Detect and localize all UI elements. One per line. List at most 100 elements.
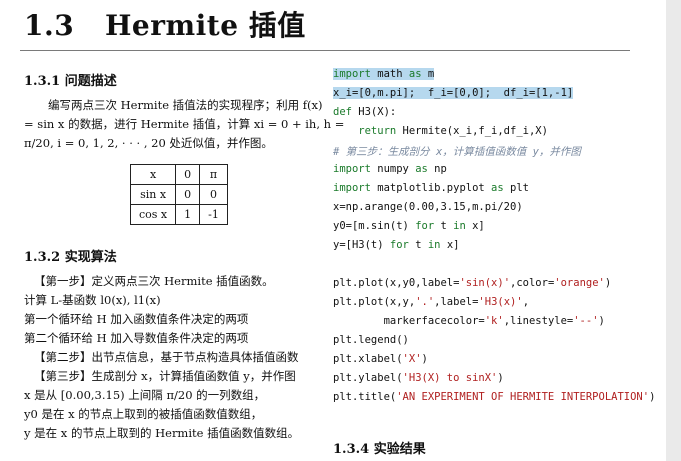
algo-line-9: y 是在 x 的节点上取到的 Hermite 插值函数值数组。 (24, 426, 300, 440)
code-text: ) (497, 372, 504, 384)
code-text: x] (465, 220, 485, 232)
code-line-6: import numpy as np (333, 163, 447, 175)
code-string: 'H3(X) to sinX' (402, 372, 498, 384)
code-text: Hermite(x_i,f_i,df_i,X) (396, 125, 548, 137)
code-line-2: x_i=[0,m.pi]; f_i=[0,0]; df_i=[1,-1] (333, 87, 574, 99)
algo-line-7: x 是从 [0.00,3.15) 上间隔 π/20 的一列数组， (24, 388, 266, 402)
code-keyword: in (427, 239, 441, 251)
code-text: ) (604, 277, 612, 289)
code-line-17: plt.title('AN EXPERIMENT OF HERMITE INTE… (333, 391, 655, 403)
code-text: math (370, 68, 409, 80)
code-text: ,color= (510, 277, 555, 289)
algo-line-6: 【第三步】生成剖分 x，计算插值函数值 y，并作图 (34, 369, 296, 383)
code-keyword: import (333, 68, 371, 80)
code-line-12: plt.plot(x,y,'.',label='H3(x)', (333, 296, 529, 308)
code-text: x=np.arange(0.00,3.15,m.pi/20) (333, 201, 523, 213)
algo-line-5: 【第二步】出节点信息，基于节点构造具体插值函数 (34, 350, 299, 364)
code-string: 'k' (484, 315, 504, 327)
table-cell: π (199, 164, 228, 185)
code-text: m (421, 68, 435, 80)
table-cell: cos x (129, 204, 177, 225)
code-line-3: def H3(X): (333, 106, 396, 118)
code-keyword: as (491, 182, 504, 194)
code-line-7: import matplotlib.pyplot as plt (333, 182, 529, 194)
code-keyword: import (333, 182, 371, 194)
code-text: plt.xlabel( (333, 353, 403, 365)
code-line-5: # 第三步：生成剖分 x，计算插值函数值 y，并作图 (333, 144, 581, 159)
code-text: t (434, 220, 454, 232)
code-text: plt (503, 182, 529, 194)
table-cell: sin x (129, 184, 177, 205)
subsection-title-algorithm: 1.3.2 实现算法 (24, 250, 117, 265)
algo-line-1: 【第一步】定义两点三次 Hermite 插值函数。 (34, 274, 274, 288)
code-string: 'AN EXPERIMENT OF HERMITE INTERPOLATION' (396, 391, 650, 403)
code-text: ) (649, 391, 656, 403)
code-keyword: return (333, 125, 397, 137)
code-text: ,label= (434, 296, 479, 308)
algo-line-4: 第二个循环给 H 加入导数值条件决定的两项 (24, 331, 249, 345)
problem-line-2: = sin x 的数据，进行 Hermite 插值，计算 xi = 0 + ih… (24, 117, 345, 131)
code-text: np (427, 163, 447, 175)
code-keyword: as (408, 68, 422, 80)
code-keyword: as (415, 163, 428, 175)
code-text: y=[H3(t) (333, 239, 390, 251)
code-keyword: in (453, 220, 466, 232)
code-string: 'orange' (554, 277, 605, 289)
code-line-11: plt.plot(x,y0,label='sin(x)',color='oran… (333, 277, 611, 289)
code-text: , (522, 296, 530, 308)
table-cell: -1 (199, 204, 228, 225)
code-text: numpy (370, 163, 416, 175)
problem-line-3: π/20, i = 0, 1, 2, · · · , 20 处近似值，并作图。 (24, 136, 273, 150)
code-text: x_i=[0,m.pi]; f_i=[0,0]; df_i=[1,-1] (333, 87, 574, 99)
code-string: 'H3(x)' (478, 296, 523, 308)
algo-line-2: 计算 L-基函数 l0(x), l1(x) (24, 293, 161, 307)
table-cell: 0 (199, 184, 228, 205)
code-line-15: plt.xlabel('X') (333, 353, 428, 365)
code-line-16: plt.ylabel('H3(X) to sinX') (333, 372, 504, 384)
subsection-title-problem: 1.3.1 问题描述 (24, 74, 117, 89)
code-line-10: y=[H3(t) for t in x] (333, 239, 459, 251)
code-keyword: def (333, 106, 352, 118)
code-line-1: import math as m (333, 68, 435, 80)
code-line-14: plt.legend() (333, 334, 409, 346)
code-text: ) (421, 353, 428, 365)
code-comment: # 第三步：生成剖分 x，计算插值函数值 y，并作图 (333, 146, 581, 158)
table-row: sin x 0 0 (129, 184, 228, 205)
code-line-8: x=np.arange(0.00,3.15,m.pi/20) (333, 201, 523, 213)
code-text: plt.legend() (333, 334, 409, 346)
algo-line-3: 第一个循环给 H 加入函数值条件决定的两项 (24, 312, 249, 326)
section-heading: 1.3 Hermite 插值 (24, 4, 306, 44)
table-cell: 1 (175, 204, 201, 225)
table-row: x 0 π (129, 164, 228, 185)
code-text: x] (440, 239, 460, 251)
code-string: 'sin(x)' (459, 277, 511, 289)
code-string: '.' (415, 296, 435, 308)
code-keyword: for (415, 220, 435, 232)
page-edge-shadow (666, 0, 681, 461)
section-title: Hermite 插值 (104, 9, 306, 42)
table-cell: 0 (175, 164, 201, 185)
algo-line-8: y0 是在 x 的节点上取到的被插值函数值数组， (24, 407, 263, 421)
code-string: '--' (573, 315, 599, 327)
code-text: plt.ylabel( (333, 372, 403, 384)
values-table: x 0 π sin x 0 0 cos x 1 -1 (129, 164, 228, 225)
code-text: H3(X): (351, 106, 397, 118)
code-line-9: y0=[m.sin(t) for t in x] (333, 220, 485, 232)
code-string: 'X' (402, 353, 422, 365)
table-row: cos x 1 -1 (129, 204, 228, 225)
code-text: t (408, 239, 428, 251)
section-number: 1.3 (24, 9, 75, 42)
heading-rule (20, 50, 630, 51)
code-text: markerfacecolor= (333, 315, 485, 327)
code-text: y0=[m.sin(t) (333, 220, 416, 232)
code-keyword: for (389, 239, 409, 251)
subsection-title-results: 1.3.4 实验结果 (333, 442, 426, 457)
code-text: plt.plot(x,y0,label= (333, 277, 460, 289)
code-text: plt.plot(x,y, (333, 296, 416, 308)
code-line-13: markerfacecolor='k',linestyle='--') (333, 315, 605, 327)
table-cell: 0 (175, 184, 201, 205)
code-keyword: import (333, 163, 371, 175)
code-text: plt.title( (333, 391, 397, 403)
code-text: matplotlib.pyplot (370, 182, 492, 194)
code-text: ) (598, 315, 605, 327)
